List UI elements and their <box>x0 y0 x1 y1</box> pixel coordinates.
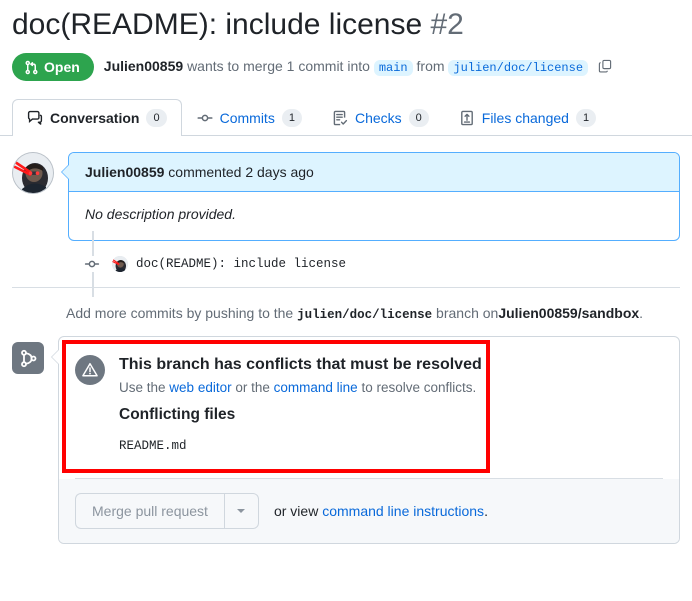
checklist-icon <box>332 110 348 126</box>
conflict-title: This branch has conflicts that must be r… <box>119 356 482 373</box>
web-editor-link[interactable]: web editor <box>169 380 231 395</box>
push-hint-prefix: Add more commits by pushing to the <box>66 305 294 321</box>
merge-note-suffix: . <box>484 503 488 519</box>
command-line-instructions-link[interactable]: command line instructions <box>322 503 484 519</box>
chevron-down-icon <box>237 509 246 513</box>
pr-meta-row: Open Julien00859 wants to merge 1 commit… <box>12 53 680 81</box>
tab-commits-count: 1 <box>281 109 302 127</box>
commit-author-avatar[interactable] <box>112 256 128 272</box>
commit-row: doc(README): include license <box>66 231 680 297</box>
comment-header: Julien00859 commented 2 days ago <box>69 153 679 192</box>
conflict-subtitle-suffix: to resolve conflicts. <box>361 380 477 395</box>
tab-checks[interactable]: Checks 0 <box>317 99 444 136</box>
comment-body: No description provided. <box>85 206 236 222</box>
tab-conversation-label: Conversation <box>50 110 140 126</box>
pr-byline-from: from <box>416 58 445 74</box>
git-merge-icon <box>12 342 44 374</box>
pull-request-icon <box>24 60 39 75</box>
commit-icon <box>197 110 213 126</box>
conflict-block: This branch has conflicts that must be r… <box>59 337 679 455</box>
push-hint-suffix: . <box>639 305 644 321</box>
tab-conversation-count: 0 <box>146 109 167 127</box>
comment-icon <box>27 110 43 126</box>
comment-timestamp: commented 2 days ago <box>168 164 314 180</box>
push-hint-repo: Julien00859/sandbox <box>498 305 640 321</box>
comment-author[interactable]: Julien00859 <box>85 164 164 180</box>
conflict-subtitle-middle: or the <box>235 380 270 395</box>
merge-dropdown-button[interactable] <box>223 493 259 529</box>
merge-pull-request-button[interactable]: Merge pull request <box>75 493 224 529</box>
avatar-photo <box>13 153 53 193</box>
avatar[interactable] <box>12 152 54 194</box>
tab-commits-label: Commits <box>219 110 275 126</box>
merge-actions: Merge pull request or view command line … <box>59 479 679 543</box>
conflict-subtitle-prefix: Use the <box>119 380 166 395</box>
comment-row: Julien00859 commented 2 days ago No desc… <box>12 152 680 241</box>
push-hint: Add more commits by pushing to the julie… <box>12 288 680 336</box>
commit-node-icon <box>84 256 100 272</box>
tab-files-changed[interactable]: Files changed 1 <box>444 99 611 136</box>
copy-icon[interactable] <box>598 59 612 76</box>
tab-files-changed-label: Files changed <box>481 110 569 126</box>
tab-files-changed-count: 1 <box>575 109 597 127</box>
conflicting-files-heading: Conflicting files <box>119 406 236 423</box>
pr-number: #2 <box>430 8 464 41</box>
command-line-link[interactable]: command line <box>274 380 358 395</box>
pr-title-text: doc(README): include license <box>12 8 423 41</box>
push-hint-branch: julien/doc/license <box>297 308 433 322</box>
status-badge-label: Open <box>44 59 80 75</box>
base-branch-chip[interactable]: main <box>373 60 413 76</box>
tab-checks-label: Checks <box>354 110 402 126</box>
merge-section: This branch has conflicts that must be r… <box>0 336 692 544</box>
merge-button-group: Merge pull request <box>75 493 259 529</box>
pr-byline: Julien00859 wants to merge 1 commit into… <box>104 58 612 76</box>
head-branch-chip[interactable]: julien/doc/license <box>448 60 589 76</box>
pr-author[interactable]: Julien00859 <box>104 58 183 74</box>
merge-note-prefix: or view <box>273 503 319 519</box>
pr-header: doc(README): include license #2 Open Jul… <box>0 0 692 81</box>
page-title: doc(README): include license #2 <box>12 6 680 44</box>
tab-conversation[interactable]: Conversation 0 <box>12 99 182 136</box>
conflict-text: This branch has conflicts that must be r… <box>119 354 482 455</box>
comment-box: Julien00859 commented 2 days ago No desc… <box>61 152 680 241</box>
alert-triangle-icon <box>75 355 105 385</box>
commit-message[interactable]: doc(README): include license <box>136 257 346 271</box>
status-badge: Open <box>12 53 94 81</box>
tab-checks-count: 0 <box>408 109 429 127</box>
pr-byline-text: wants to merge 1 commit into <box>187 58 370 74</box>
push-hint-middle: branch on <box>436 305 499 321</box>
tab-commits[interactable]: Commits 1 <box>182 99 317 136</box>
timeline: Julien00859 commented 2 days ago No desc… <box>0 136 692 336</box>
merge-box: This branch has conflicts that must be r… <box>51 336 680 544</box>
commit-avatar-photo <box>112 256 128 272</box>
file-diff-icon <box>459 110 475 126</box>
merge-note: or view command line instructions. <box>274 503 488 519</box>
conflicting-file-item: README.md <box>119 439 187 453</box>
pr-tabs: Conversation 0 Commits 1 Checks 0 Files … <box>0 99 692 136</box>
conflict-subtitle: Use the web editor or the command line t… <box>119 378 482 398</box>
